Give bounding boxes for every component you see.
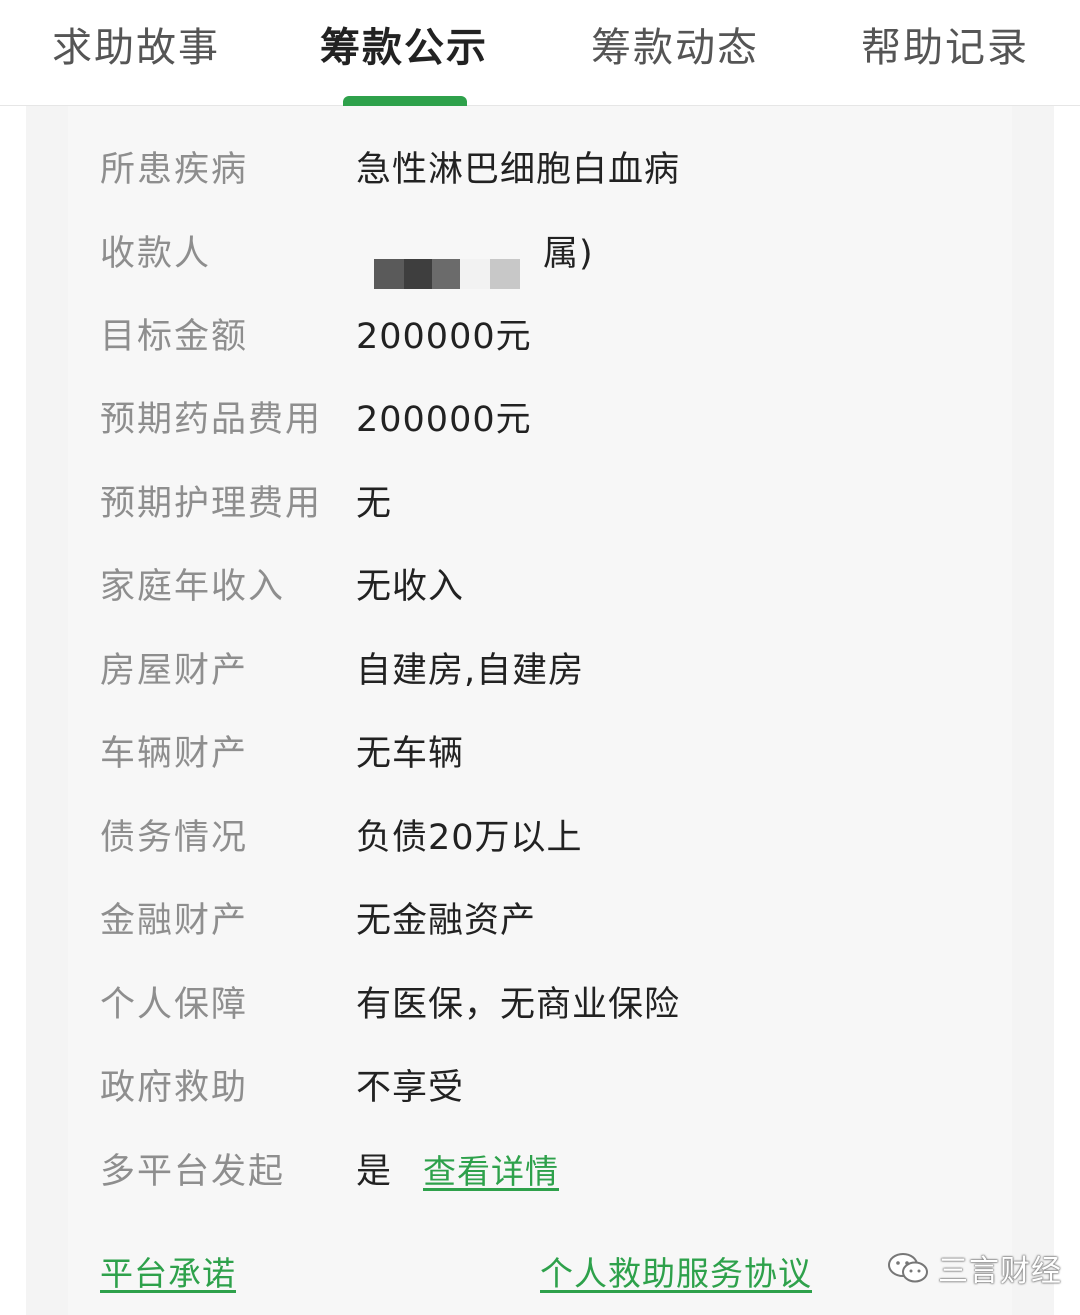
detail-value: 自建房,自建房 bbox=[356, 651, 585, 691]
detail-value: 不享受 bbox=[356, 1068, 465, 1108]
detail-row-financial-assets: 金融财产 无金融资产 bbox=[0, 891, 1080, 951]
detail-row-personal-insurance: 个人保障 有医保，无商业保险 bbox=[0, 975, 1080, 1035]
wechat-icon bbox=[888, 1253, 928, 1283]
detail-row-government-aid: 政府救助 不享受 bbox=[0, 1058, 1080, 1118]
detail-row-house-property: 房屋财产 自建房,自建房 bbox=[0, 641, 1080, 701]
detail-label: 目标金额 bbox=[100, 317, 249, 357]
service-agreement-link[interactable]: 个人救助服务协议 bbox=[540, 1246, 812, 1302]
active-tab-indicator bbox=[343, 96, 467, 106]
detail-label: 多平台发起 bbox=[100, 1152, 286, 1192]
detail-value: 无 bbox=[356, 484, 393, 524]
detail-label: 个人保障 bbox=[100, 985, 249, 1025]
detail-label: 金融财产 bbox=[100, 901, 249, 941]
tab-help-records[interactable]: 帮助记录 bbox=[861, 20, 1029, 80]
detail-label: 房屋财产 bbox=[100, 651, 249, 691]
platform-promise-link[interactable]: 平台承诺 bbox=[100, 1246, 236, 1302]
detail-value: 无金融资产 bbox=[356, 901, 537, 941]
detail-label: 债务情况 bbox=[100, 818, 249, 858]
detail-value: 有医保，无商业保险 bbox=[356, 985, 681, 1025]
detail-label: 政府救助 bbox=[100, 1068, 249, 1108]
tab-bar: 求助故事 筹款公示 筹款动态 帮助记录 bbox=[0, 0, 1080, 106]
tab-help-story[interactable]: 求助故事 bbox=[52, 20, 220, 80]
detail-row-target-amount: 目标金额 200000元 bbox=[0, 307, 1080, 367]
detail-value: 负债20万以上 bbox=[356, 818, 583, 858]
detail-label: 家庭年收入 bbox=[100, 567, 286, 607]
tab-fundraising-updates[interactable]: 筹款动态 bbox=[591, 20, 759, 80]
redacted-name-mosaic bbox=[374, 259, 520, 289]
detail-label: 所患疾病 bbox=[100, 150, 249, 190]
detail-value: 无收入 bbox=[356, 567, 465, 607]
detail-row-disease: 所患疾病 急性淋巴细胞白血病 bbox=[0, 140, 1080, 200]
detail-value: 无车辆 bbox=[356, 734, 465, 774]
detail-value: 200000元 bbox=[356, 400, 532, 440]
detail-value: 急性淋巴细胞白血病 bbox=[356, 150, 681, 190]
watermark-text: 三言财经 bbox=[938, 1254, 1062, 1289]
detail-row-payee: 收款人 属) bbox=[0, 224, 1080, 284]
watermark: 三言财经 bbox=[886, 1248, 1062, 1289]
tab-fundraising-disclosure[interactable]: 筹款公示 bbox=[320, 20, 488, 80]
detail-value: 200000元 bbox=[356, 317, 532, 357]
detail-value: 属) bbox=[543, 234, 594, 274]
detail-row-multi-platform: 多平台发起 是 查看详情 bbox=[0, 1142, 1080, 1202]
detail-label: 车辆财产 bbox=[100, 734, 249, 774]
detail-row-vehicle-property: 车辆财产 无车辆 bbox=[0, 724, 1080, 784]
detail-label: 预期药品费用 bbox=[100, 400, 323, 440]
detail-row-debt: 债务情况 负债20万以上 bbox=[0, 808, 1080, 868]
disclosure-card bbox=[68, 106, 1012, 1315]
detail-label: 收款人 bbox=[100, 234, 212, 274]
detail-value: 是 bbox=[356, 1152, 393, 1192]
detail-row-expected-care-cost: 预期护理费用 无 bbox=[0, 474, 1080, 534]
detail-row-expected-drug-cost: 预期药品费用 200000元 bbox=[0, 390, 1080, 450]
detail-label: 预期护理费用 bbox=[100, 484, 323, 524]
detail-row-family-income: 家庭年收入 无收入 bbox=[0, 557, 1080, 617]
view-details-link[interactable]: 查看详情 bbox=[423, 1142, 559, 1202]
